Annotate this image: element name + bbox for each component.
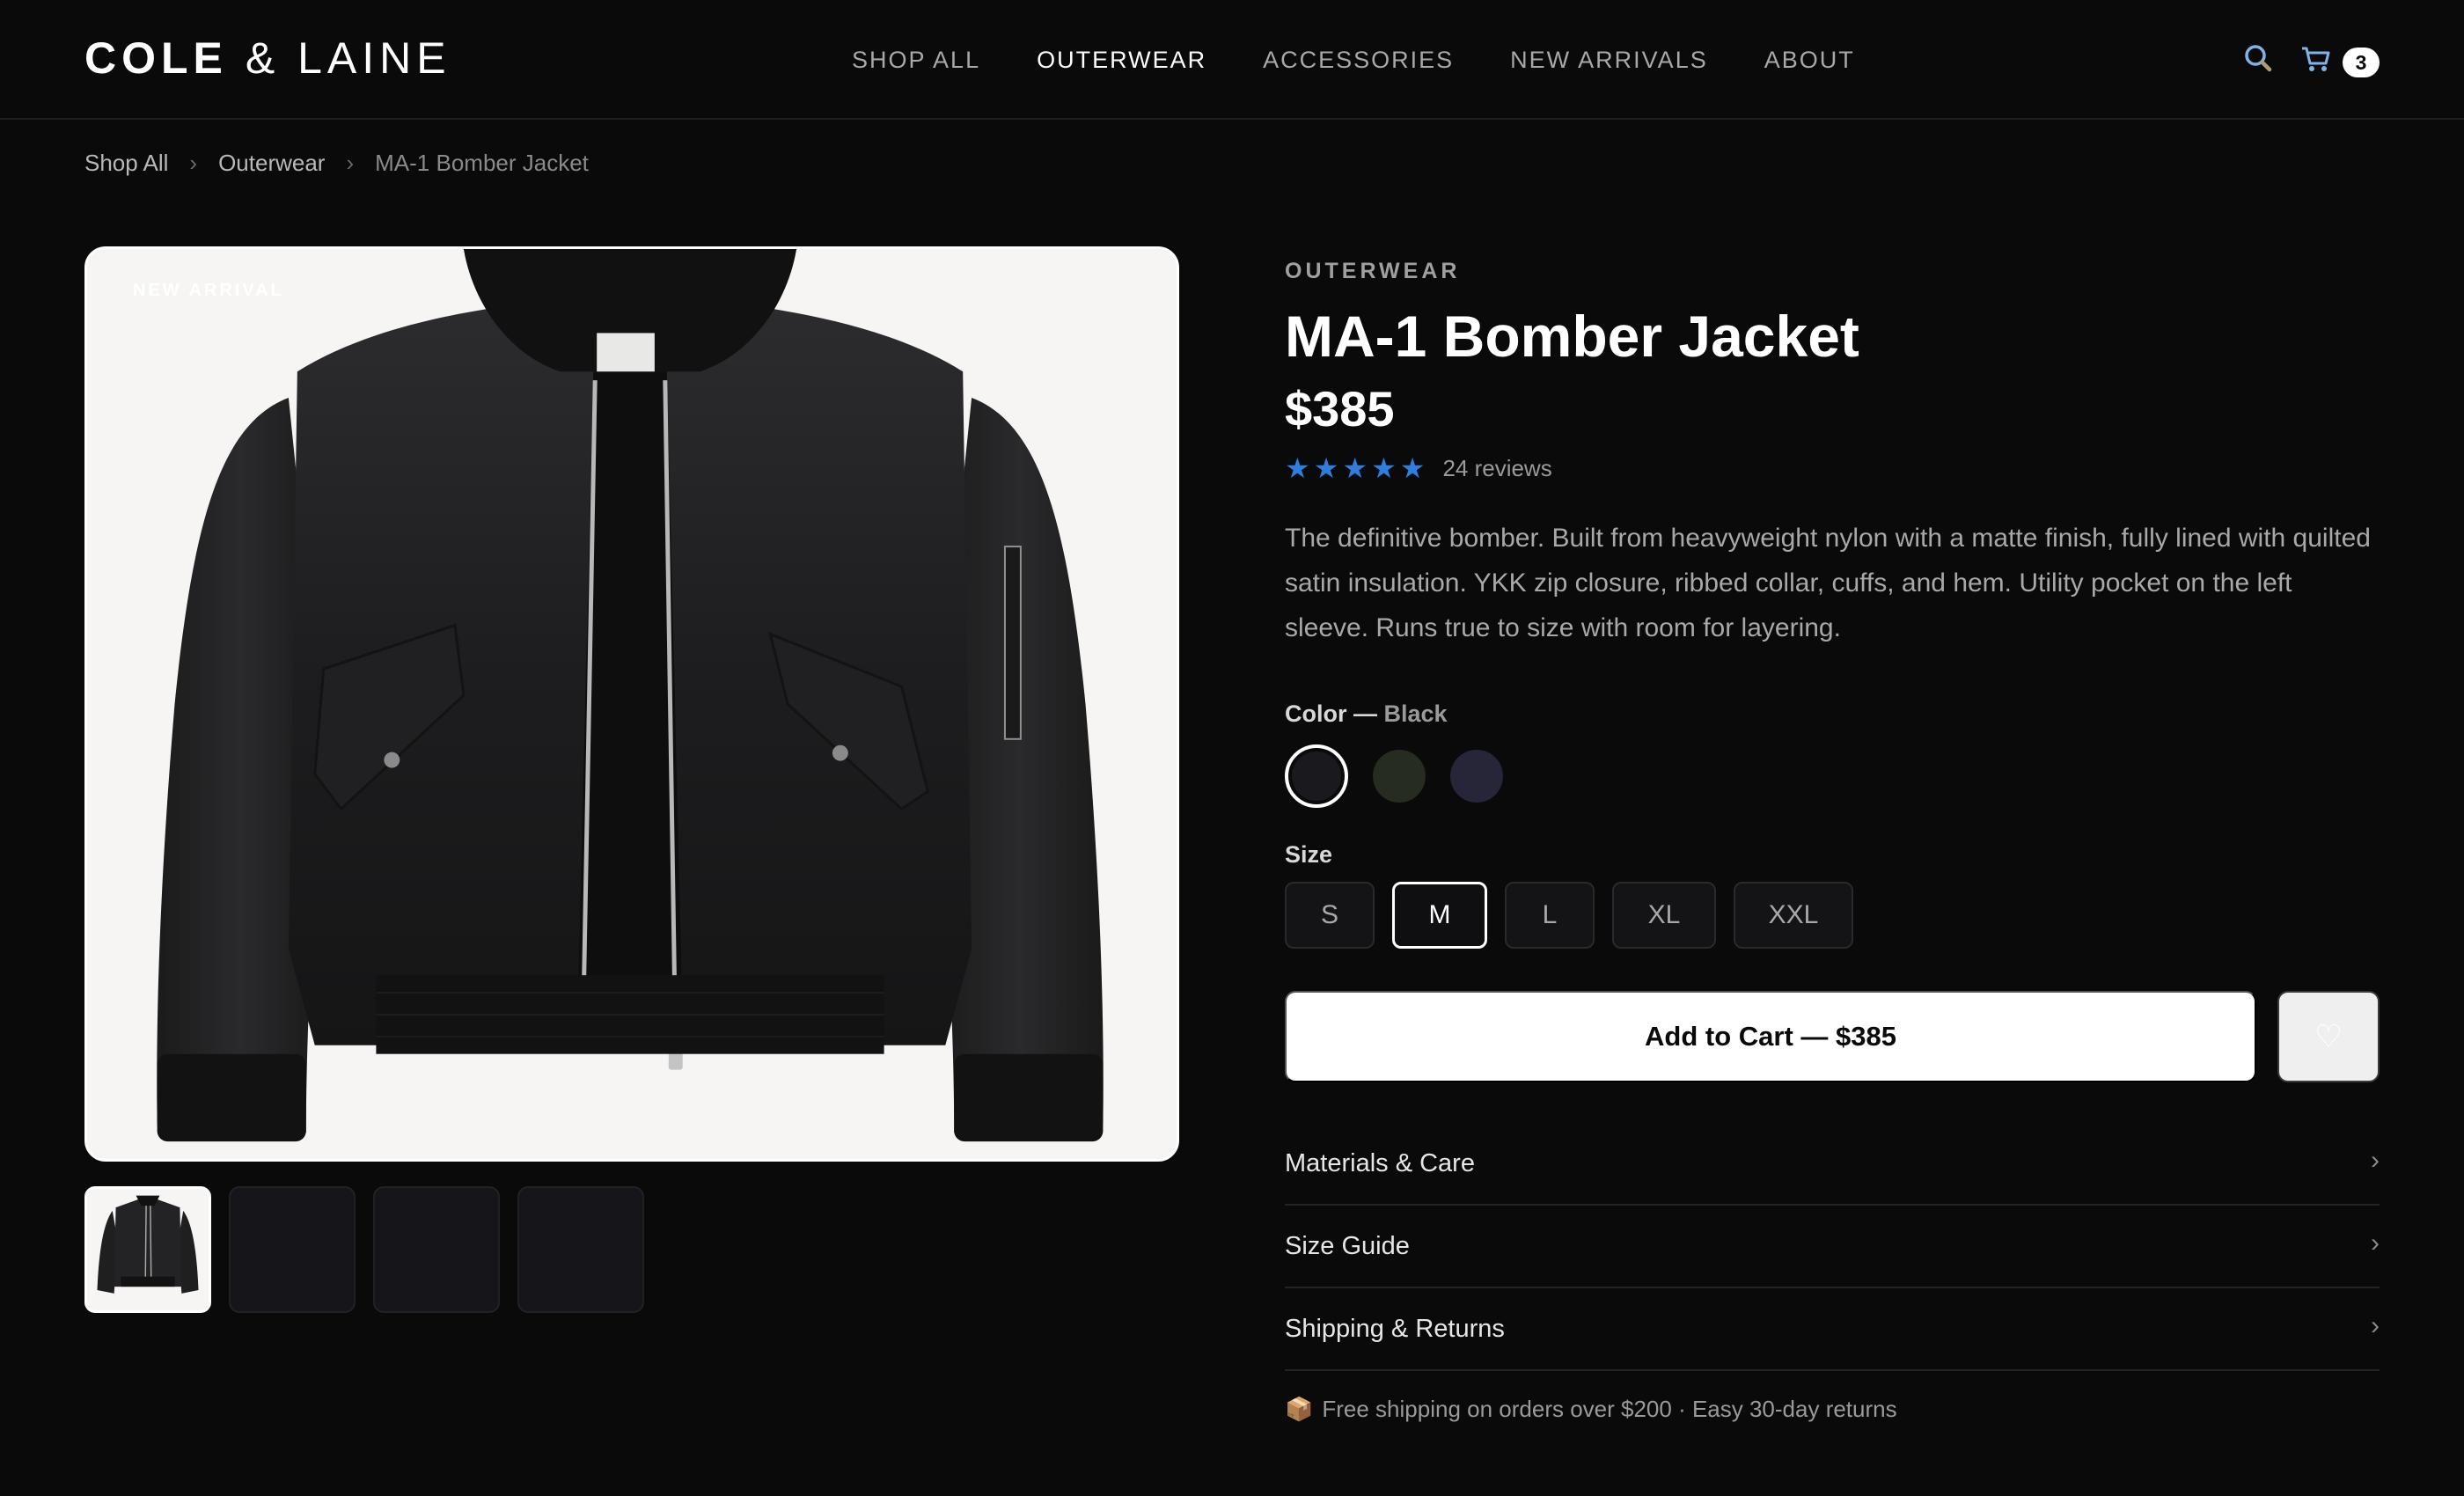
breadcrumb: Shop All › Outerwear › MA-1 Bomber Jacke… [84,148,589,178]
breadcrumb-separator: › [189,149,198,176]
main-nav: SHOP ALL OUTERWEAR ACCESSORIES NEW ARRIV… [852,44,1855,76]
color-swatch-navy[interactable] [1450,750,1503,803]
add-to-cart-button[interactable]: Add to Cart — $385 [1285,991,2256,1082]
size-options: S M L XL XXL [1285,882,1853,949]
search-icon[interactable] [2240,40,2276,76]
product-category: OUTERWEAR [1285,259,1461,283]
bomber-jacket-image [87,249,1177,1159]
star-icon: ★ [1313,452,1339,484]
chevron-right-icon: › [2371,1228,2380,1258]
size-option-l[interactable]: L [1505,882,1595,949]
color-label-text: Color — [1285,700,1377,727]
product-title: MA-1 Bomber Jacket [1285,304,1859,369]
nav-item-shop-all[interactable]: SHOP ALL [852,44,980,76]
cart-count-badge[interactable]: 3 [2343,48,2380,77]
star-icon: ★ [1285,452,1310,484]
color-label: Color — Black [1285,700,1448,728]
breadcrumb-shop-all[interactable]: Shop All [84,150,168,177]
accordion-label: Shipping & Returns [1285,1314,1505,1343]
color-swatch-fill [1292,752,1341,801]
brand-logo-amp: & [245,33,281,83]
brand-logo-part1: COLE [84,33,228,83]
package-icon: 📦 [1285,1396,1314,1422]
product-price: $385 [1285,381,1395,436]
brand-logo[interactable]: COLE & LAINE [84,32,451,84]
size-option-s[interactable]: S [1285,882,1375,949]
bomber-jacket-thumbnail-image [87,1189,209,1310]
product-description: The definitive bomber. Built from heavyw… [1285,524,2371,642]
nav-item-new-arrivals[interactable]: NEW ARRIVALS [1510,44,1708,76]
size-option-m[interactable]: M [1392,882,1487,949]
product-accordion: Materials & Care › Size Guide › Shipping… [1285,1123,2380,1371]
nav-item-outerwear[interactable]: OUTERWEAR [1037,44,1206,76]
color-swatch-olive[interactable] [1373,750,1426,803]
accordion-label: Size Guide [1285,1231,1410,1260]
thumbnail-3[interactable] [373,1186,500,1313]
product-main-image[interactable]: NEW ARRIVAL [84,246,1179,1162]
chevron-right-icon: › [2371,1146,2380,1175]
accordion-materials-care[interactable]: Materials & Care › [1285,1123,2380,1206]
review-count[interactable]: 24 reviews [1442,452,1551,484]
star-icon: ★ [1342,452,1368,484]
breadcrumb-current: MA-1 Bomber Jacket [375,149,589,176]
breadcrumb-separator: › [346,149,355,176]
thumbnail-4[interactable] [517,1186,644,1313]
thumbnail-1[interactable] [84,1186,211,1313]
star-rating: ★ ★ ★ ★ ★ [1285,452,1425,484]
color-selected-value: Black [1383,700,1448,727]
nav-item-accessories[interactable]: ACCESSORIES [1263,44,1454,76]
shipping-note: 📦 Free shipping on orders over $200 · Ea… [1285,1396,1897,1423]
product-rating[interactable]: ★ ★ ★ ★ ★ 24 reviews [1285,452,1552,484]
cart-icon[interactable] [2299,40,2334,76]
breadcrumb-outerwear[interactable]: Outerwear [218,150,325,177]
star-icon: ★ [1399,452,1426,484]
accordion-size-guide[interactable]: Size Guide › [1285,1206,2380,1288]
thumbnail-strip [84,1186,644,1313]
accordion-shipping-returns[interactable]: Shipping & Returns › [1285,1288,2380,1371]
color-swatches [1285,744,1503,808]
brand-logo-part2: LAINE [297,33,451,83]
wishlist-button[interactable]: ♡ [2277,991,2380,1082]
color-swatch-black[interactable] [1285,744,1348,808]
thumbnail-2[interactable] [229,1186,356,1313]
size-option-xxl[interactable]: XXL [1734,882,1853,949]
chevron-right-icon: › [2371,1311,2380,1340]
nav-item-about[interactable]: ABOUT [1764,44,1855,76]
size-option-xl[interactable]: XL [1612,882,1716,949]
accordion-label: Materials & Care [1285,1148,1475,1177]
site-header: COLE & LAINE SHOP ALL OUTERWEAR ACCESSOR… [0,0,2464,120]
size-label: Size [1285,841,1333,868]
shipping-note-text: Free shipping on orders over $200 · Easy… [1322,1396,1897,1422]
heart-icon: ♡ [2314,1018,2343,1054]
star-icon: ★ [1371,452,1397,484]
new-arrival-badge: NEW ARRIVAL [133,281,284,300]
